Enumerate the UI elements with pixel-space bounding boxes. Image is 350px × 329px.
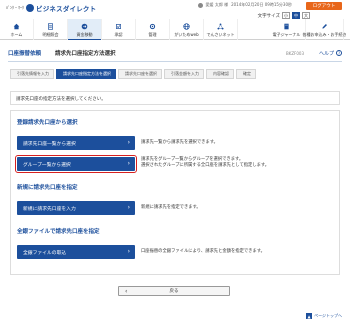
nav-e-journal[interactable]: 電子ジャーナル: [268, 19, 306, 40]
nav-admin[interactable]: 管理: [136, 19, 170, 40]
text-size-label: 文字サイズ: [257, 13, 280, 19]
user-info: 愛媛 太郎 様 2014年02月20日 09時15分30秒: [197, 2, 292, 8]
chevron-right-icon: ›: [127, 139, 130, 146]
text-size-medium[interactable]: 中: [292, 12, 300, 19]
back-label: 戻る: [169, 289, 179, 294]
brand-mark-icon: [26, 4, 34, 12]
bank-logo[interactable]: ﾊﾞﾝｸ・ﾏｰｸ ビジネスダイレクト: [6, 3, 96, 13]
step-1: 引落先情報を入力: [10, 69, 54, 79]
globe-icon: [183, 23, 190, 30]
chevron-right-icon: ›: [127, 204, 130, 211]
bank-mark: ﾊﾞﾝｸ・ﾏｰｸ: [6, 5, 24, 10]
page-top-link[interactable]: ▲ ページトップへ: [306, 313, 342, 319]
user-name: 愛媛 太郎 様: [205, 2, 229, 7]
step-5: 内容確認: [206, 69, 234, 79]
select-from-group-list-button[interactable]: グループ一覧から選択 ›: [15, 155, 137, 173]
text-size-large[interactable]: 大: [302, 12, 310, 19]
nav-fund-transfer-label: 資金移動: [76, 32, 93, 37]
network-icon: [217, 23, 224, 30]
nav-approval-label: 承認: [114, 32, 123, 37]
help-link[interactable]: ヘルプ ?: [319, 50, 342, 57]
page-title-bar: 口座振替依頼 請求先口座指定方法選択 BKZF003 ヘルプ ?: [8, 47, 342, 59]
section-title-new: 新規に請求先口座を指定: [17, 185, 78, 191]
nav-applications[interactable]: 各種お申込み・お手続き: [302, 19, 347, 40]
logout-button[interactable]: ログアウト: [306, 2, 342, 10]
group-desc-line-2: 選択されたグループに所属する全口座を請求先として指定します。: [141, 163, 270, 168]
user-icon: [197, 2, 203, 8]
chevron-left-icon: ‹: [125, 288, 128, 295]
step-6: 確定: [236, 69, 256, 79]
instruction-text: 請求先口座の指定方法を選択してください。: [10, 91, 340, 105]
nav-e-journal-label: 電子ジャーナル: [272, 32, 301, 37]
nav-admin-label: 管理: [148, 32, 157, 37]
nav-applications-label: 各種お申込み・お手続き: [302, 32, 347, 37]
selection-panel: 登録請求先口座から選択 請求先口座一覧から選択 › 請求先一覧から請求先を選択で…: [10, 110, 340, 275]
step-2-current: 請求先口座指定方法を選択: [56, 69, 116, 79]
gear-icon: [149, 23, 156, 30]
global-nav: ホーム 明細照会 資金移動 承認 管理 がいためweb でんさいネット: [0, 19, 238, 40]
file-import-description: 口座振替の全銀ファイルにより、請求先と金額を指定できます。: [141, 249, 265, 254]
group-list-description: 請求先をグループ一覧からグループを選択できます。 選択されたグループに所属する全…: [141, 157, 269, 169]
page-top-label: ページトップへ: [314, 313, 342, 318]
last-login: 2014年02月20日 09時15分30秒: [231, 2, 292, 7]
back-button[interactable]: ‹ 戻る: [118, 286, 230, 296]
help-label: ヘルプ: [318, 50, 334, 57]
select-from-account-list-button[interactable]: 請求先口座一覧から選択 ›: [17, 136, 135, 150]
enter-new-account-button[interactable]: 新規に請求先口座を入力 ›: [17, 201, 135, 215]
import-zengin-file-label: 全銀ファイルの取込: [23, 250, 67, 256]
text-size-small[interactable]: 小: [282, 12, 290, 19]
step-3: 請求先口座を選択: [118, 69, 162, 79]
header: ﾊﾞﾝｸ・ﾏｰｸ ビジネスダイレクト 愛媛 太郎 様 2014年02月20日 0…: [0, 0, 350, 40]
document-icon: [48, 23, 53, 30]
nav-inquiry[interactable]: 明細照会: [34, 19, 68, 40]
title-divider: [8, 61, 342, 62]
nav-home-label: ホーム: [10, 32, 23, 37]
nav-approval[interactable]: 承認: [102, 19, 136, 40]
text-size-control: 文字サイズ 小 中 大: [258, 12, 310, 19]
chevron-right-icon: ›: [127, 160, 130, 167]
nav-densai-label: でんさいネット: [206, 32, 235, 37]
step-indicator: 引落先情報を入力 請求先口座指定方法を選択 請求先口座を選択 引落金額を入力 内…: [10, 69, 258, 79]
enter-new-account-label: 新規に請求先口座を入力: [23, 206, 76, 212]
page-title: 請求先口座指定方法選択: [55, 51, 116, 57]
chevron-right-icon: ›: [127, 248, 130, 255]
arrow-up-icon: ▲: [306, 313, 313, 319]
step-4: 引落金額を入力: [164, 69, 204, 79]
pencil-icon: [322, 24, 327, 29]
select-from-account-list-label: 請求先口座一覧から選択: [23, 141, 76, 147]
transfer-icon: [81, 23, 88, 30]
screen-code: BKZF003: [285, 50, 304, 56]
nav-gaitame[interactable]: がいためweb: [170, 19, 204, 40]
account-list-description: 請求先一覧から請求先を選択できます。: [141, 140, 218, 145]
brand-name: ビジネスダイレクト: [36, 5, 97, 13]
nav-home[interactable]: ホーム: [0, 19, 34, 40]
help-icon: ?: [336, 50, 342, 56]
nav-fund-transfer[interactable]: 資金移動: [68, 19, 102, 40]
home-icon: [13, 23, 20, 30]
select-from-group-list-label: グループ一覧から選択: [23, 162, 71, 168]
section-title-file: 全銀ファイルで請求先口座を指定: [17, 229, 100, 235]
nav-densai[interactable]: でんさいネット: [204, 19, 238, 40]
nav-gaitame-label: がいためweb: [174, 32, 199, 37]
new-account-description: 新規に請求先を指定できます。: [141, 205, 201, 210]
page-category: 口座振替依頼: [8, 51, 42, 57]
nav-right: 電子ジャーナル 各種お申込み・お手続き: [268, 19, 347, 40]
stamp-icon: [116, 24, 121, 29]
section-title-registered: 登録請求先口座から選択: [17, 120, 78, 126]
import-zengin-file-button[interactable]: 全銀ファイルの取込 ›: [17, 245, 135, 259]
journal-icon: [284, 23, 289, 30]
nav-inquiry-label: 明細照会: [42, 32, 59, 37]
